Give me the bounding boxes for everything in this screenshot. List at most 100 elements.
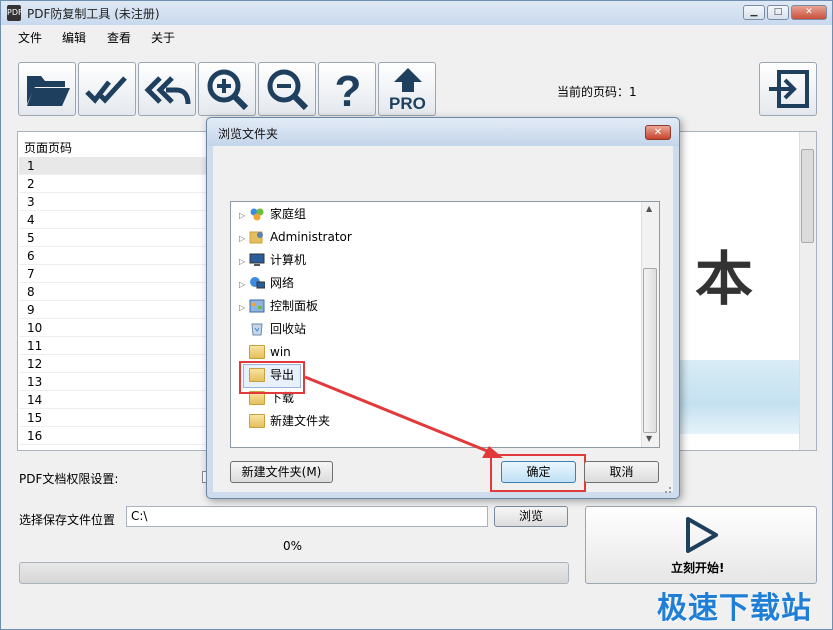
page-list-header: 页面页码 <box>24 141 73 155</box>
page-row-13[interactable]: 13 <box>19 373 215 391</box>
tree-item-label: win <box>270 345 291 359</box>
folder-tree[interactable]: ▷ 家庭组 ▷ Administrator ▷ 计算机 ▷ 网络 ▷ 控制面板 回收站 w… <box>230 201 660 448</box>
scroll-down-icon[interactable]: ▼ <box>646 434 652 443</box>
new-folder-button[interactable]: 新建文件夹(M) <box>230 461 333 483</box>
tree-item-label: 新建文件夹 <box>270 414 331 428</box>
tree-item-label: 家庭组 <box>270 207 307 221</box>
control-panel-icon <box>249 299 265 312</box>
dialog-title: 浏览文件夹 <box>218 127 279 141</box>
page-row-15[interactable]: 15 <box>19 409 215 427</box>
progress-bar <box>19 562 569 584</box>
progress-percent: 0% <box>283 539 303 553</box>
page-preview: 本 <box>676 131 817 451</box>
zoom-in-button[interactable] <box>198 62 256 116</box>
page-row-11[interactable]: 11 <box>19 337 215 355</box>
page-row-7[interactable]: 7 <box>19 265 215 283</box>
page-list[interactable]: 页面页码 1 2 3 4 5 6 7 8 9 10 11 12 13 14 15… <box>17 131 217 451</box>
tree-item-label: 网络 <box>270 276 295 290</box>
browse-button[interactable]: 浏览 <box>494 506 568 527</box>
expand-arrow-icon[interactable]: ▷ <box>239 298 249 318</box>
zoom-out-icon <box>267 69 309 111</box>
save-path-input[interactable]: C:\ <box>126 506 488 527</box>
menu-file[interactable]: 文件 <box>18 29 42 46</box>
expand-arrow-icon[interactable]: ▷ <box>239 252 249 272</box>
tree-item-homegroup[interactable]: ▷ 家庭组 <box>239 204 306 224</box>
tree-item-recycle-bin[interactable]: 回收站 <box>239 319 306 339</box>
browse-folder-dialog: 浏览文件夹 ✕ ▷ 家庭组 ▷ Administrator ▷ 计算机 ▷ 网络 ▷ 控制… <box>206 117 680 499</box>
expand-arrow-icon[interactable]: ▷ <box>239 229 249 249</box>
preview-scroll-thumb[interactable] <box>801 149 814 243</box>
zoom-out-button[interactable] <box>258 62 316 116</box>
pro-label: PRO <box>389 94 426 113</box>
page-row-2[interactable]: 2 <box>19 175 215 193</box>
page-row-14[interactable]: 14 <box>19 391 215 409</box>
page-row-16[interactable]: 16 <box>19 427 215 445</box>
homegroup-icon <box>250 208 264 220</box>
help-button[interactable]: ? <box>318 62 376 116</box>
folder-icon <box>249 344 265 359</box>
current-page-indicator: 当前的页码：1 <box>557 85 637 99</box>
page-row-10[interactable]: 10 <box>19 319 215 337</box>
exit-button[interactable] <box>759 62 817 116</box>
recycle-bin-icon <box>251 323 263 335</box>
menu-view[interactable]: 查看 <box>107 29 131 46</box>
menu-about[interactable]: 关于 <box>151 29 175 46</box>
menu-edit[interactable]: 编辑 <box>62 29 86 46</box>
save-location-label: 选择保存文件位置 <box>19 513 116 527</box>
double-check-icon <box>85 76 127 104</box>
resize-grip-icon[interactable] <box>662 484 672 494</box>
open-button[interactable] <box>18 62 76 116</box>
minimize-button[interactable]: ▁ <box>743 5 765 20</box>
zoom-in-icon <box>207 69 249 111</box>
ok-highlight-box <box>490 454 586 492</box>
tree-item-network[interactable]: ▷ 网络 <box>239 273 294 293</box>
scroll-up-icon[interactable]: ▲ <box>646 204 652 213</box>
title-bar: PDF PDF防复制工具 (未注册) ▁ □ ✕ <box>1 1 832 25</box>
open-folder-icon <box>27 76 70 106</box>
start-label: 立刻开始! <box>671 561 725 575</box>
page-row-6[interactable]: 6 <box>19 247 215 265</box>
undo-all-button[interactable] <box>138 62 196 116</box>
tree-item-administrator[interactable]: ▷ Administrator <box>239 227 352 247</box>
play-icon <box>686 517 718 553</box>
tree-item-label: Administrator <box>270 230 352 244</box>
tree-item-new-folder[interactable]: 新建文件夹 <box>239 411 330 431</box>
check-all-button[interactable] <box>78 62 136 116</box>
computer-icon <box>249 253 265 266</box>
maximize-button[interactable]: □ <box>767 5 789 20</box>
menu-bar: 文件 编辑 查看 关于 <box>1 25 832 47</box>
reply-all-icon <box>144 76 191 105</box>
dialog-title-bar: 浏览文件夹 ✕ <box>207 118 679 146</box>
tree-scroll-thumb[interactable] <box>643 268 657 433</box>
folder-icon <box>249 413 265 428</box>
expand-arrow-icon[interactable]: ▷ <box>239 275 249 295</box>
tree-item-computer[interactable]: ▷ 计算机 <box>239 250 306 270</box>
page-row-5[interactable]: 5 <box>19 229 215 247</box>
tree-item-win[interactable]: win <box>239 342 291 362</box>
page-row-8[interactable]: 8 <box>19 283 215 301</box>
watermark: 极速下载站 <box>657 591 812 626</box>
page-row-4[interactable]: 4 <box>19 211 215 229</box>
permission-label: PDF文档权限设置: <box>19 472 119 486</box>
page-row-12[interactable]: 12 <box>19 355 215 373</box>
cancel-button[interactable]: 取消 <box>584 461 659 483</box>
help-icon: ? <box>335 67 362 112</box>
page-row-9[interactable]: 9 <box>19 301 215 319</box>
page-row-1[interactable]: 1 <box>19 157 215 175</box>
dialog-close-button[interactable]: ✕ <box>645 125 671 140</box>
network-icon <box>250 276 265 288</box>
app-icon: PDF <box>7 5 23 21</box>
window-title: PDF防复制工具 (未注册) <box>27 7 160 21</box>
tree-item-label: 计算机 <box>270 253 307 267</box>
preview-text: 本 <box>695 245 754 313</box>
tree-item-control-panel[interactable]: ▷ 控制面板 <box>239 296 318 316</box>
page-row-3[interactable]: 3 <box>19 193 215 211</box>
expand-arrow-icon[interactable]: ▷ <box>239 206 249 226</box>
exit-icon <box>769 70 809 108</box>
user-folder-icon <box>249 231 263 243</box>
tree-item-label: 控制面板 <box>270 299 319 313</box>
close-button[interactable]: ✕ <box>791 5 827 20</box>
svg-text:?: ? <box>335 67 362 112</box>
pro-button[interactable]: PRO <box>378 62 436 116</box>
export-highlight-box <box>239 361 305 394</box>
